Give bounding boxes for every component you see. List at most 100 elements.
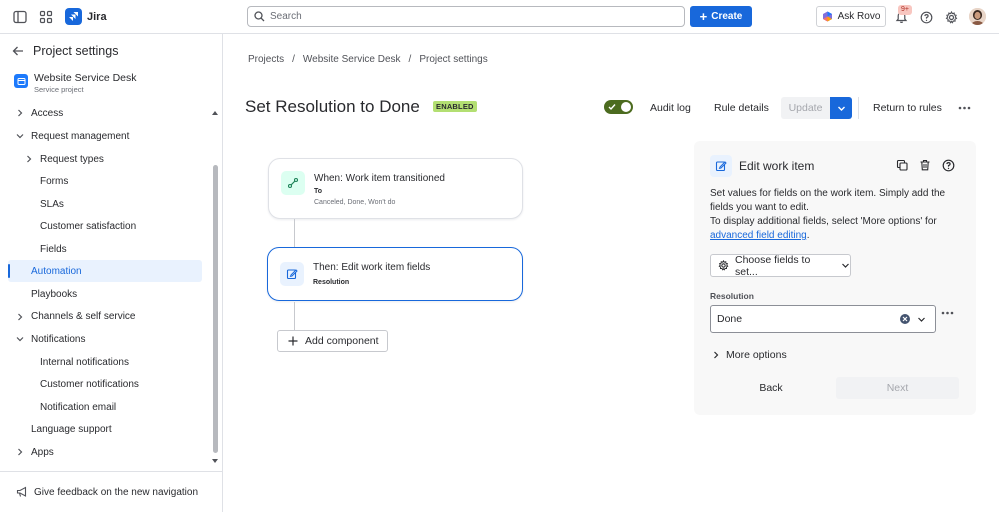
- edit-work-item-panel: Edit work item Set values for fields on …: [694, 141, 976, 415]
- help-icon[interactable]: [917, 8, 935, 26]
- next-button[interactable]: Next: [836, 377, 959, 399]
- chevron-down-icon[interactable]: [15, 131, 25, 141]
- project-settings-header[interactable]: Project settings: [12, 44, 118, 58]
- edit-icon: [280, 262, 304, 286]
- duplicate-icon[interactable]: [895, 158, 909, 172]
- sidebar-item-channels[interactable]: Channels & self service: [31, 306, 136, 326]
- page-title: Set Resolution to Done: [245, 97, 420, 116]
- breadcrumb: Projects / Website Service Desk / Projec…: [248, 54, 488, 65]
- project-info[interactable]: Website Service Desk Service project: [14, 72, 137, 94]
- breadcrumb-projects[interactable]: Projects: [248, 54, 284, 65]
- action-sub-label: Resolution: [313, 279, 350, 286]
- breadcrumb-separator: /: [408, 54, 412, 65]
- toggle-knob: [621, 102, 631, 112]
- chevron-right-icon[interactable]: [15, 108, 25, 118]
- action-card[interactable]: Then: Edit work item fields Resolution: [267, 247, 523, 301]
- rovo-icon: [822, 11, 833, 22]
- gear-icon: [718, 260, 729, 271]
- app-name[interactable]: Jira: [87, 11, 107, 23]
- sidebar-item-playbooks[interactable]: Playbooks: [31, 284, 77, 304]
- project-name: Website Service Desk: [34, 72, 137, 84]
- chevron-right-icon[interactable]: [15, 312, 25, 322]
- plus-icon: +: [699, 8, 708, 24]
- back-arrow-icon[interactable]: [12, 45, 24, 57]
- trigger-icon: [281, 171, 305, 195]
- action-title: Then: Edit work item fields: [313, 262, 431, 273]
- breadcrumb-project[interactable]: Website Service Desk: [303, 54, 401, 65]
- user-avatar[interactable]: [969, 8, 986, 25]
- panel-description: Set values for fields on the work item. …: [710, 187, 960, 243]
- panel-description-line1: Set values for fields on the work item. …: [710, 188, 946, 213]
- sidebar-item-fields[interactable]: Fields: [40, 239, 67, 259]
- search-icon: [254, 11, 265, 22]
- active-nav-indicator: [8, 264, 10, 278]
- header-divider: [858, 97, 859, 119]
- create-button[interactable]: + Create: [690, 6, 752, 27]
- clear-icon[interactable]: [900, 314, 910, 324]
- top-navigation-bar: Jira + Create Ask Rovo 9+: [0, 0, 999, 34]
- resolution-field-label: Resolution: [710, 291, 754, 301]
- create-label: Create: [711, 11, 743, 22]
- status-badge: ENABLED: [433, 101, 477, 112]
- more-actions-icon[interactable]: [958, 97, 971, 119]
- breadcrumb-settings[interactable]: Project settings: [419, 54, 487, 65]
- sidebar-item-customer-notifications[interactable]: Customer notifications: [40, 374, 139, 394]
- more-options-label: More options: [726, 349, 787, 361]
- chevron-right-icon[interactable]: [15, 447, 25, 457]
- sidebar-item-forms[interactable]: Forms: [40, 171, 68, 191]
- audit-log-button[interactable]: Audit log: [650, 97, 691, 119]
- settings-gear-icon[interactable]: [942, 8, 960, 26]
- search-box[interactable]: [247, 6, 685, 27]
- rule-enabled-toggle[interactable]: [604, 100, 633, 114]
- flow-connector: [294, 302, 295, 330]
- ask-rovo-button[interactable]: Ask Rovo: [816, 6, 886, 27]
- jira-logo-icon[interactable]: [65, 8, 82, 25]
- add-component-label: Add component: [305, 335, 379, 347]
- feedback-link[interactable]: Give feedback on the new navigation: [0, 471, 222, 512]
- sidebar-item-request-types[interactable]: Request types: [40, 149, 104, 169]
- sidebar-header-title: Project settings: [33, 44, 119, 58]
- check-icon: [608, 103, 616, 111]
- field-more-options-icon[interactable]: [941, 311, 955, 325]
- help-icon[interactable]: [941, 158, 955, 172]
- chevron-down-icon[interactable]: [15, 334, 25, 344]
- update-button[interactable]: Update: [781, 97, 830, 119]
- advanced-field-editing-link[interactable]: advanced field editing: [710, 230, 807, 241]
- return-to-rules-button[interactable]: Return to rules: [873, 97, 942, 119]
- sidebar: Project settings Website Service Desk Se…: [0, 34, 223, 512]
- sidebar-item-automation[interactable]: Automation: [31, 261, 82, 281]
- app-switcher-icon[interactable]: [37, 8, 55, 26]
- more-options-toggle[interactable]: More options: [712, 349, 787, 361]
- trash-icon[interactable]: [918, 158, 932, 172]
- feedback-label: Give feedback on the new navigation: [34, 486, 198, 498]
- panel-title: Edit work item: [739, 159, 815, 173]
- flow-connector: [294, 219, 295, 248]
- notification-count-badge: 9+: [898, 5, 912, 15]
- chevron-down-icon: [837, 104, 846, 113]
- update-dropdown-button[interactable]: [830, 97, 852, 119]
- breadcrumb-separator: /: [292, 54, 295, 65]
- sidebar-item-notification-email[interactable]: Notification email: [40, 397, 116, 417]
- sidebar-toggle-icon[interactable]: [11, 8, 29, 26]
- sidebar-item-language-support[interactable]: Language support: [31, 419, 112, 439]
- resolution-value: Done: [717, 313, 743, 325]
- sidebar-item-customer-satisfaction[interactable]: Customer satisfaction: [40, 216, 136, 236]
- rule-details-button[interactable]: Rule details: [714, 97, 769, 119]
- sidebar-item-request-management[interactable]: Request management: [31, 126, 129, 146]
- sidebar-item-access[interactable]: Access: [31, 103, 63, 123]
- sidebar-scrollbar-thumb[interactable]: [213, 165, 218, 453]
- choose-fields-button[interactable]: Choose fields to set...: [710, 254, 851, 278]
- trigger-card[interactable]: When: Work item transitioned To Canceled…: [268, 158, 523, 219]
- add-component-button[interactable]: Add component: [277, 330, 388, 352]
- sidebar-item-notifications[interactable]: Notifications: [31, 329, 85, 349]
- search-input[interactable]: [270, 11, 670, 22]
- ask-rovo-label: Ask Rovo: [837, 11, 881, 22]
- sidebar-item-slas[interactable]: SLAs: [40, 194, 64, 214]
- megaphone-icon: [16, 486, 28, 498]
- edit-icon: [710, 155, 732, 177]
- chevron-right-icon[interactable]: [24, 154, 34, 164]
- sidebar-item-apps[interactable]: Apps: [31, 442, 54, 462]
- chevron-down-icon[interactable]: [917, 315, 926, 324]
- sidebar-item-internal-notifications[interactable]: Internal notifications: [40, 352, 129, 372]
- back-button[interactable]: Back: [740, 377, 802, 399]
